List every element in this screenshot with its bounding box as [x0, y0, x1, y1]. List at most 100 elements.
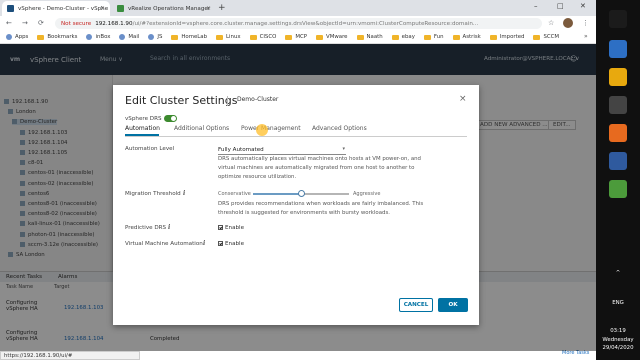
bookmark-label: Fun: [433, 34, 444, 40]
edit-cluster-settings-dialog: Edit Cluster Settings Demo-Cluster × vSp…: [113, 85, 479, 325]
drs-toggle[interactable]: [164, 115, 177, 122]
browser-tab-vrealize[interactable]: vRealize Operations Manager ×: [112, 1, 216, 16]
tab-power-management[interactable]: Power Management: [241, 125, 301, 132]
bookmark-item[interactable]: Apps: [6, 34, 28, 40]
new-tab-button[interactable]: +: [218, 3, 226, 13]
folder-icon: [285, 34, 293, 40]
bookmark-item[interactable]: Bookmarks: [37, 34, 77, 40]
windows-taskbar: ^ ENG 03:19 Wednesday 29/04/2020: [596, 0, 640, 360]
toggle-knob: [171, 116, 176, 121]
predictive-drs-info-icon[interactable]: i: [168, 224, 170, 231]
automation-level-label: Automation Level: [125, 146, 175, 152]
automation-level-value: Fully Automated: [218, 147, 264, 153]
tab-additional-options[interactable]: Additional Options: [174, 125, 229, 132]
bookmark-star-icon[interactable]: ☆: [548, 19, 554, 27]
profile-avatar[interactable]: [563, 18, 573, 28]
file-explorer-icon[interactable]: [609, 68, 627, 86]
clock-date: 29/04/2020: [602, 345, 634, 351]
bookmark-item[interactable]: inBox: [86, 34, 110, 40]
migration-threshold-info-icon[interactable]: i: [183, 190, 185, 197]
vsphere-favicon-icon: [7, 5, 14, 12]
bookmark-item[interactable]: VMware: [316, 34, 348, 40]
reload-button[interactable]: ⟳: [38, 19, 44, 27]
migration-threshold-slider[interactable]: [253, 190, 349, 197]
site-icon: [119, 34, 126, 40]
chrome-app-icon[interactable]: [609, 40, 627, 58]
bookmark-label: VMware: [326, 34, 348, 40]
bookmark-item[interactable]: HomeLab: [171, 34, 207, 40]
vm-automation-info-icon[interactable]: i: [203, 240, 205, 247]
slider-fill: [253, 193, 301, 195]
bookmark-label: ebay: [401, 34, 415, 40]
bookmark-label: Mail: [128, 34, 140, 40]
bookmarks-overflow-button[interactable]: »: [584, 33, 588, 40]
close-dialog-icon[interactable]: ×: [459, 94, 467, 104]
dialog-subtitle: Demo-Cluster: [237, 96, 279, 103]
bookmark-item[interactable]: JS: [148, 34, 162, 40]
browser-menu-icon[interactable]: ⋮: [582, 19, 589, 27]
folder-icon: [356, 34, 364, 40]
not-secure-warning[interactable]: Not secure: [61, 21, 91, 27]
url-field[interactable]: Not secure 192.168.1.90 /ui/#?extensionI…: [55, 18, 542, 29]
clock-time[interactable]: 03:19: [596, 328, 640, 334]
checkbox-label: Enable: [225, 225, 245, 231]
slider-max-label: Aggressive: [353, 191, 381, 197]
forward-button[interactable]: →: [22, 19, 28, 27]
bookmark-item[interactable]: MCP: [285, 34, 307, 40]
predictive-drs-label: Predictive DRS: [125, 225, 167, 231]
bookmark-item[interactable]: Linux: [216, 34, 241, 40]
app-icon[interactable]: [609, 96, 627, 114]
windows-start-icon[interactable]: [609, 10, 627, 28]
folder-icon: [452, 34, 460, 40]
cancel-button[interactable]: CANCEL: [399, 298, 433, 312]
close-window-button[interactable]: ✕: [580, 2, 586, 10]
language-indicator[interactable]: ENG: [596, 300, 640, 306]
folder-icon: [216, 34, 224, 40]
tab-title: vRealize Operations Manager: [128, 5, 211, 12]
browser-tab-vsphere[interactable]: vSphere - Demo-Cluster - vSphe ×: [2, 1, 110, 16]
checkbox-label: Enable: [225, 241, 245, 247]
ok-button[interactable]: OK: [438, 298, 468, 312]
maximize-window-button[interactable]: □: [557, 2, 564, 10]
bookmark-label: Imported: [499, 34, 525, 40]
bookmark-label: CISCO: [259, 34, 277, 40]
migration-threshold-label: Migration Threshold: [125, 191, 181, 197]
folder-icon: [37, 34, 45, 40]
bookmark-label: inBox: [95, 34, 111, 40]
close-tab-icon[interactable]: ×: [100, 5, 105, 12]
dialog-title: Edit Cluster Settings: [125, 94, 238, 107]
bookmark-item[interactable]: CISCO: [249, 34, 277, 40]
tab-divider: [125, 136, 467, 137]
minimize-window-button[interactable]: –: [534, 2, 538, 10]
automation-level-select[interactable]: Fully Automated ▾: [218, 146, 346, 155]
bookmark-item[interactable]: Naath: [356, 34, 383, 40]
chevron-down-icon: ▾: [342, 146, 345, 152]
site-icon: [86, 34, 93, 40]
site-icon: [6, 34, 12, 40]
predictive-drs-checkbox[interactable]: Enable: [218, 225, 244, 231]
app-icon[interactable]: [609, 180, 627, 198]
url-path: /ui/#?extensionId=vsphere.core.cluster.m…: [132, 20, 479, 27]
tab-advanced-options[interactable]: Advanced Options: [312, 125, 367, 132]
clock-day: Wednesday: [602, 337, 634, 343]
folder-icon: [391, 34, 399, 40]
migration-threshold-description: DRS provides recommendations when worklo…: [218, 201, 424, 216]
vm-automation-checkbox[interactable]: Enable: [218, 241, 244, 247]
back-button[interactable]: ←: [6, 19, 12, 27]
bookmark-label: Astrisk: [462, 34, 481, 40]
vm-automation-label: Virtual Machine Automation: [125, 241, 203, 247]
bookmark-item[interactable]: Mail: [119, 34, 139, 40]
app-icon[interactable]: [609, 152, 627, 170]
bookmark-item[interactable]: Astrisk: [452, 34, 481, 40]
close-tab-icon[interactable]: ×: [206, 5, 211, 12]
slider-handle[interactable]: [298, 190, 305, 197]
bookmark-item[interactable]: Fun: [423, 34, 444, 40]
tab-automation[interactable]: Automation: [125, 125, 160, 132]
app-icon[interactable]: [609, 124, 627, 142]
slider-min-label: Conservative: [218, 191, 251, 197]
bookmark-item[interactable]: ebay: [391, 34, 415, 40]
tray-chevron-icon[interactable]: ^: [596, 270, 640, 276]
bookmark-item[interactable]: Imported: [489, 34, 525, 40]
status-url: https://192.168.1.90/ui/#: [0, 351, 140, 360]
bookmark-item[interactable]: SCCM: [533, 34, 559, 40]
